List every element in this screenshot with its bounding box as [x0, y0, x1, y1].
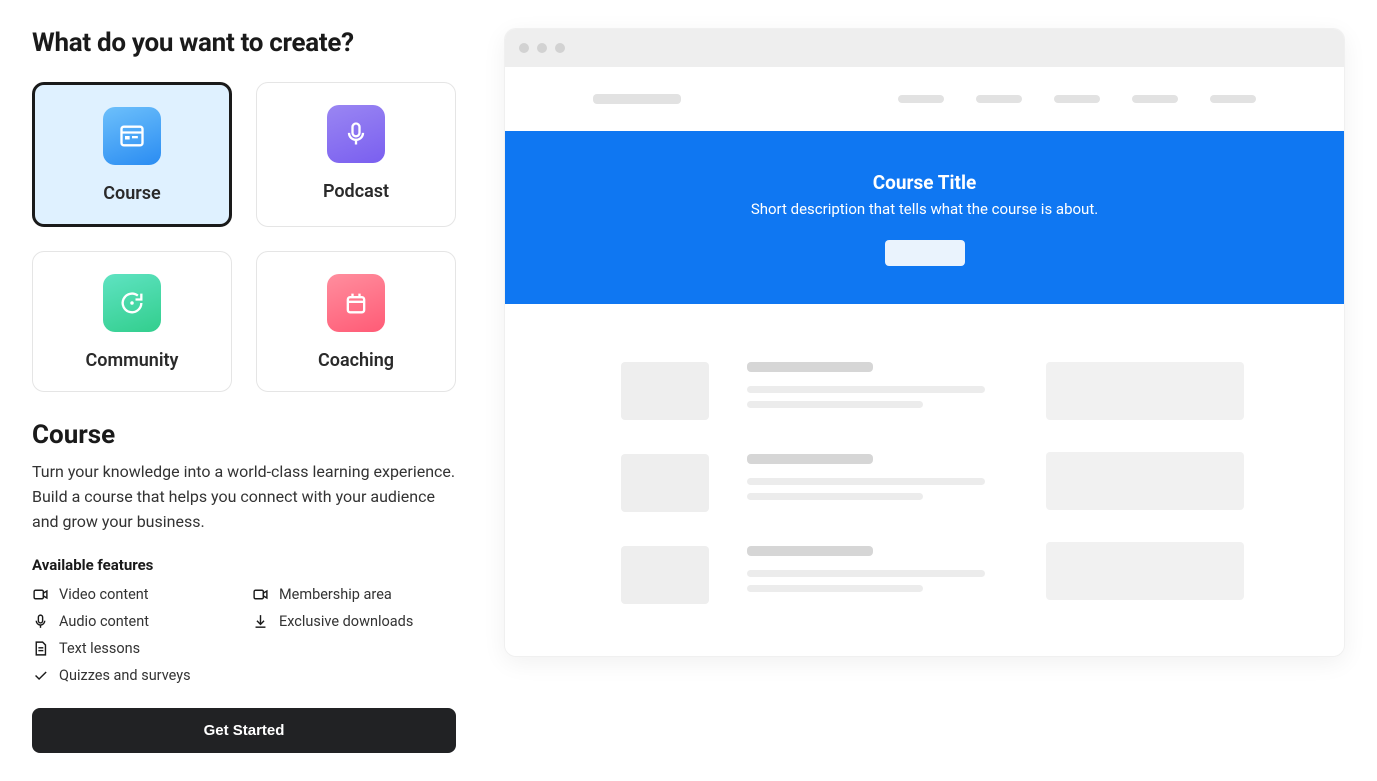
preview-hero: Course Title Short description that tell… — [505, 131, 1344, 304]
community-icon — [103, 274, 161, 332]
get-started-button[interactable]: Get Started — [32, 708, 456, 753]
nav-placeholder — [1132, 95, 1178, 103]
text-placeholder-group — [747, 362, 998, 408]
product-type-community[interactable]: Community — [32, 251, 232, 392]
window-dot-icon — [555, 43, 565, 53]
product-type-label: Community — [86, 350, 179, 371]
detail-title: Course — [32, 420, 456, 450]
thumbnail-placeholder — [621, 454, 709, 512]
download-icon — [252, 613, 269, 630]
feature-label: Video content — [59, 586, 149, 603]
course-icon — [103, 107, 161, 165]
text-placeholder-group — [747, 546, 998, 592]
thumbnail-placeholder — [621, 362, 709, 420]
text-placeholder-group — [747, 454, 998, 500]
feature-downloads: Exclusive downloads — [252, 613, 456, 630]
document-icon — [32, 640, 49, 657]
text-placeholder — [747, 401, 923, 408]
preview-list-row — [621, 454, 998, 512]
sidebar-placeholder — [1046, 542, 1244, 600]
product-type-podcast[interactable]: Podcast — [256, 82, 456, 227]
preview-hero-button — [885, 240, 965, 266]
preview-hero-title: Course Title — [525, 171, 1324, 194]
preview-sidebar — [1046, 362, 1244, 604]
text-placeholder — [747, 546, 873, 556]
feature-membership: Membership area — [252, 586, 456, 603]
detail-description: Turn your knowledge into a world-class l… — [32, 460, 456, 534]
product-type-label: Course — [103, 183, 160, 204]
text-placeholder — [747, 585, 923, 592]
feature-label: Audio content — [59, 613, 149, 630]
nav-placeholder — [1210, 95, 1256, 103]
check-icon — [32, 667, 49, 684]
text-placeholder — [747, 362, 873, 372]
nav-placeholder — [898, 95, 944, 103]
coaching-icon — [327, 274, 385, 332]
sidebar-placeholder — [1046, 452, 1244, 510]
page-title: What do you want to create? — [32, 28, 456, 58]
text-placeholder — [747, 493, 923, 500]
preview-list-row — [621, 546, 998, 604]
podcast-icon — [327, 105, 385, 163]
product-type-grid: Course Podcast — [32, 82, 456, 392]
browser-chrome — [505, 29, 1344, 67]
nav-placeholder — [1054, 95, 1100, 103]
window-dot-icon — [537, 43, 547, 53]
preview-body — [505, 304, 1344, 656]
preview-list-row — [621, 362, 998, 420]
preview-hero-subtitle: Short description that tells what the co… — [525, 200, 1324, 218]
text-placeholder — [747, 386, 985, 393]
text-placeholder — [747, 478, 985, 485]
preview-window: Course Title Short description that tell… — [504, 28, 1345, 657]
preview-list — [621, 362, 998, 604]
feature-text: Text lessons — [32, 640, 236, 657]
preview-header — [505, 67, 1344, 131]
logo-placeholder — [593, 94, 681, 104]
feature-video: Video content — [32, 586, 236, 603]
preview-nav — [898, 95, 1256, 103]
video-icon — [32, 586, 49, 603]
features-heading: Available features — [32, 556, 456, 574]
thumbnail-placeholder — [621, 546, 709, 604]
feature-quizzes: Quizzes and surveys — [32, 667, 236, 684]
sidebar-placeholder — [1046, 362, 1244, 420]
product-type-label: Podcast — [323, 181, 389, 202]
feature-label: Membership area — [279, 586, 392, 603]
feature-label: Text lessons — [59, 640, 140, 657]
product-type-course[interactable]: Course — [32, 82, 232, 227]
features-list: Video content Membership area Audio cont… — [32, 586, 456, 684]
text-placeholder — [747, 570, 985, 577]
nav-placeholder — [976, 95, 1022, 103]
product-type-coaching[interactable]: Coaching — [256, 251, 456, 392]
product-type-label: Coaching — [318, 350, 394, 371]
text-placeholder — [747, 454, 873, 464]
feature-label: Exclusive downloads — [279, 613, 413, 630]
window-dot-icon — [519, 43, 529, 53]
video-icon — [252, 586, 269, 603]
microphone-icon — [32, 613, 49, 630]
feature-label: Quizzes and surveys — [59, 667, 191, 684]
feature-audio: Audio content — [32, 613, 236, 630]
